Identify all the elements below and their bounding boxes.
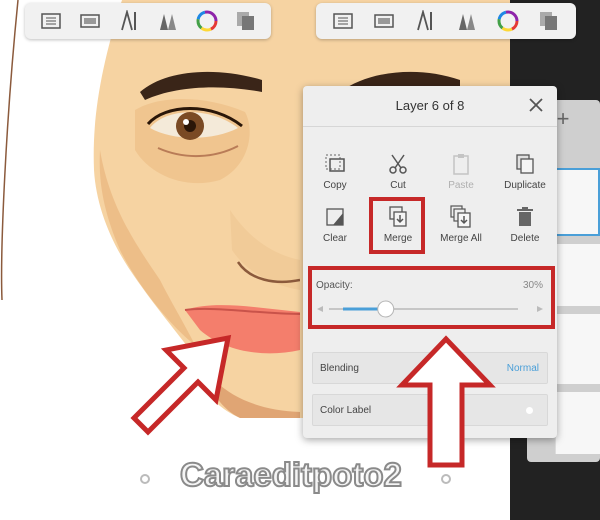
- layer-thumbnail[interactable]: [555, 244, 600, 306]
- duplicate-label: Duplicate: [504, 180, 546, 191]
- layers-icon[interactable]: [40, 10, 62, 32]
- toolbar-right: [316, 3, 576, 39]
- delete-label: Delete: [510, 233, 540, 244]
- layer-thumbnail[interactable]: [555, 314, 600, 384]
- scissors-icon: [389, 154, 407, 174]
- brushes-icon[interactable]: [456, 10, 478, 32]
- color-wheel-icon[interactable]: [196, 10, 218, 32]
- delete-button[interactable]: Delete: [497, 205, 553, 244]
- duplicate-icon: [516, 154, 534, 174]
- trash-icon: [517, 207, 533, 226]
- page-indicator-dot: [140, 474, 150, 484]
- panel-title: Layer 6 of 8: [395, 98, 465, 113]
- canvas-illustration-left: [0, 0, 300, 520]
- cut-button[interactable]: Cut: [370, 152, 426, 191]
- toolbar-left: [25, 3, 271, 39]
- copy-icon: [325, 154, 345, 172]
- page-indicator-dot: [441, 474, 451, 484]
- merge-all-label: Merge All: [440, 233, 482, 244]
- canvas-icon[interactable]: [79, 10, 101, 32]
- merge-highlight-box: [369, 197, 425, 254]
- layers-icon[interactable]: [332, 10, 354, 32]
- paste-icon: [453, 154, 469, 175]
- copy-label: Copy: [323, 180, 347, 191]
- color-label-swatch[interactable]: [526, 407, 533, 414]
- diagonal-arrow-icon: [130, 334, 232, 436]
- clear-label: Clear: [323, 233, 347, 244]
- color-wheel-icon[interactable]: [497, 10, 519, 32]
- copy-layers-icon[interactable]: [235, 10, 257, 32]
- close-icon[interactable]: [527, 96, 545, 114]
- canvas-icon[interactable]: [373, 10, 395, 32]
- copy-button[interactable]: Copy: [307, 152, 363, 191]
- cut-label: Cut: [390, 180, 406, 191]
- divider: [303, 126, 557, 127]
- ruler-icon[interactable]: [414, 10, 436, 32]
- layer-thumbnail[interactable]: [555, 392, 600, 454]
- duplicate-button[interactable]: Duplicate: [497, 152, 553, 191]
- paste-button[interactable]: Paste: [433, 152, 489, 191]
- blending-label: Blending: [320, 363, 359, 374]
- up-arrow-icon: [396, 335, 496, 468]
- paste-label: Paste: [448, 180, 474, 191]
- clear-button[interactable]: Clear: [307, 205, 363, 244]
- blending-value: Normal: [506, 363, 539, 374]
- brushes-icon[interactable]: [157, 10, 179, 32]
- layer-thumbnail[interactable]: [555, 168, 600, 236]
- watermark: Caraeditpoto2: [179, 455, 403, 494]
- opacity-highlight-box: [308, 266, 555, 329]
- copy-layers-icon[interactable]: [538, 10, 560, 32]
- merge-all-button[interactable]: Merge All: [433, 205, 489, 244]
- color-label-text: Color Label: [320, 405, 372, 416]
- clear-icon: [326, 208, 344, 226]
- merge-all-icon: [450, 205, 471, 228]
- ruler-icon[interactable]: [118, 10, 140, 32]
